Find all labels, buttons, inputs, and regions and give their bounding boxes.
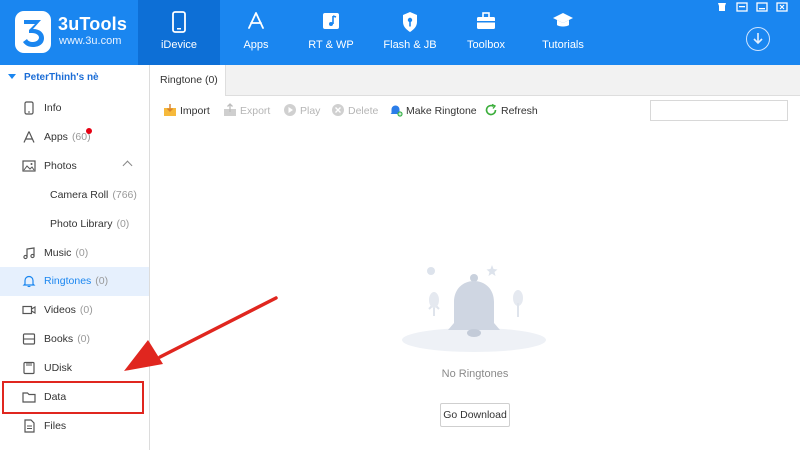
nav-label: Tutorials [542, 39, 584, 51]
sidebar-item-files[interactable]: Files [0, 412, 149, 441]
image-icon [22, 160, 36, 172]
video-icon [22, 305, 36, 315]
play-icon [284, 104, 296, 116]
shield-key-icon [403, 12, 417, 32]
chevron-up-icon[interactable] [122, 160, 133, 171]
empty-bell-illustration-icon [402, 265, 546, 352]
import-button[interactable]: Import [163, 103, 213, 119]
sidebar-item-books[interactable]: Books (0) [0, 325, 149, 354]
delete-icon [332, 104, 344, 116]
sidebar-item-photo-library[interactable]: Photo Library (0) [0, 210, 149, 239]
nav-apps[interactable]: Apps [215, 0, 297, 65]
tab-label: Ringtone (0) [160, 74, 218, 86]
item-count: (0) [75, 247, 89, 259]
export-button[interactable]: Export [223, 103, 273, 119]
play-label: Play [300, 105, 321, 117]
nav-idevice[interactable]: iDevice [138, 0, 220, 65]
delete-button[interactable]: Delete [331, 103, 381, 119]
import-label: Import [180, 105, 210, 117]
close-icon[interactable] [776, 2, 788, 12]
item-count: (766) [112, 189, 137, 201]
phone-icon [172, 11, 186, 33]
search-input[interactable] [650, 100, 788, 121]
music-note-icon [23, 247, 35, 260]
top-header: 3uTools www.3u.com iDevice Apps RT & WP … [0, 0, 800, 65]
sidebar-item-label: Videos (0) [44, 304, 93, 316]
app-store-icon [23, 131, 35, 143]
refresh-icon [485, 103, 497, 116]
book-icon [22, 333, 36, 345]
toolbox-icon [477, 12, 495, 29]
tab-bar: Ringtone (0) [150, 65, 800, 96]
sidebar-item-photos[interactable]: Photos [0, 152, 149, 181]
sidebar-item-label: Books (0) [44, 333, 91, 345]
sidebar-item-camera-roll[interactable]: Camera Roll (766) [0, 181, 149, 210]
nav-label: Apps [243, 39, 269, 51]
refresh-button[interactable]: Refresh [484, 103, 539, 119]
sidebar-item-label: Ringtones (0) [44, 275, 109, 287]
bell-plus-icon [390, 105, 403, 117]
sidebar-item-udisk[interactable]: UDisk [0, 354, 149, 383]
nav-rt-wp[interactable]: RT & WP [290, 0, 372, 65]
sidebar-item-info[interactable]: Info [0, 94, 149, 123]
nav-tutorials[interactable]: Tutorials [522, 0, 604, 65]
file-icon [24, 419, 35, 433]
graduation-cap-icon [553, 13, 573, 27]
make-ringtone-label: Make Ringtone [406, 105, 477, 117]
sidebar-item-apps[interactable]: Apps (60) [0, 123, 149, 152]
sidebar-item-label: Music (0) [44, 247, 89, 259]
data-highlight-box [2, 381, 144, 414]
bell-icon [22, 275, 36, 288]
udisk-icon [23, 361, 35, 375]
delete-label: Delete [348, 105, 379, 117]
device-name: PeterThinh's nè [24, 72, 99, 83]
import-icon [164, 104, 176, 116]
sidebar-item-videos[interactable]: Videos (0) [0, 296, 149, 325]
go-download-button[interactable]: Go Download [440, 403, 510, 427]
sidebar-item-music[interactable]: Music (0) [0, 239, 149, 268]
nav-label: iDevice [160, 39, 198, 51]
item-count: (0) [77, 333, 91, 345]
notification-dot [86, 128, 92, 134]
menu-icon[interactable] [736, 2, 748, 12]
download-manager-button[interactable] [746, 27, 770, 51]
nav-label: RT & WP [308, 39, 354, 51]
sidebar-item-ringtones[interactable]: Ringtones (0) [0, 267, 149, 296]
item-count: (0) [79, 304, 93, 316]
music-note-icon [323, 13, 339, 29]
sidebar-item-label: Camera Roll (766) [50, 189, 137, 201]
sidebar-item-label: UDisk [44, 362, 72, 374]
sidebar-item-label: Files [44, 420, 67, 432]
brand-name: 3uTools [58, 14, 128, 34]
tab-ringtone[interactable]: Ringtone (0) [150, 65, 226, 96]
3utools-logo-icon [15, 11, 51, 53]
skin-icon[interactable] [716, 2, 728, 12]
brand-url: www.3u.com [59, 35, 122, 47]
download-icon [752, 32, 763, 44]
sidebar-item-label: Info [44, 102, 62, 114]
sidebar-item-label: Photo Library (0) [50, 218, 130, 230]
item-count: (0) [95, 275, 109, 287]
export-icon [224, 103, 236, 116]
nav-toolbox[interactable]: Toolbox [445, 0, 527, 65]
sidebar-item-label: Apps (60) [44, 131, 91, 143]
play-button[interactable]: Play [283, 103, 323, 119]
export-label: Export [240, 105, 271, 117]
sidebar-item-label: Photos [44, 160, 77, 172]
make-ringtone-button[interactable]: Make Ringtone [389, 103, 477, 119]
nav-label: Flash & JB [383, 39, 437, 51]
phone-icon [24, 101, 34, 115]
caret-down-icon [8, 74, 16, 79]
nav-label: Toolbox [467, 39, 505, 51]
empty-state-message: No Ringtones [441, 368, 509, 380]
item-count: (0) [116, 218, 130, 230]
nav-flash-jb[interactable]: Flash & JB [369, 0, 451, 65]
refresh-label: Refresh [501, 105, 538, 117]
app-store-icon [248, 12, 264, 29]
minimize-icon[interactable] [756, 2, 768, 12]
device-selector[interactable]: PeterThinh's nè [0, 65, 149, 91]
